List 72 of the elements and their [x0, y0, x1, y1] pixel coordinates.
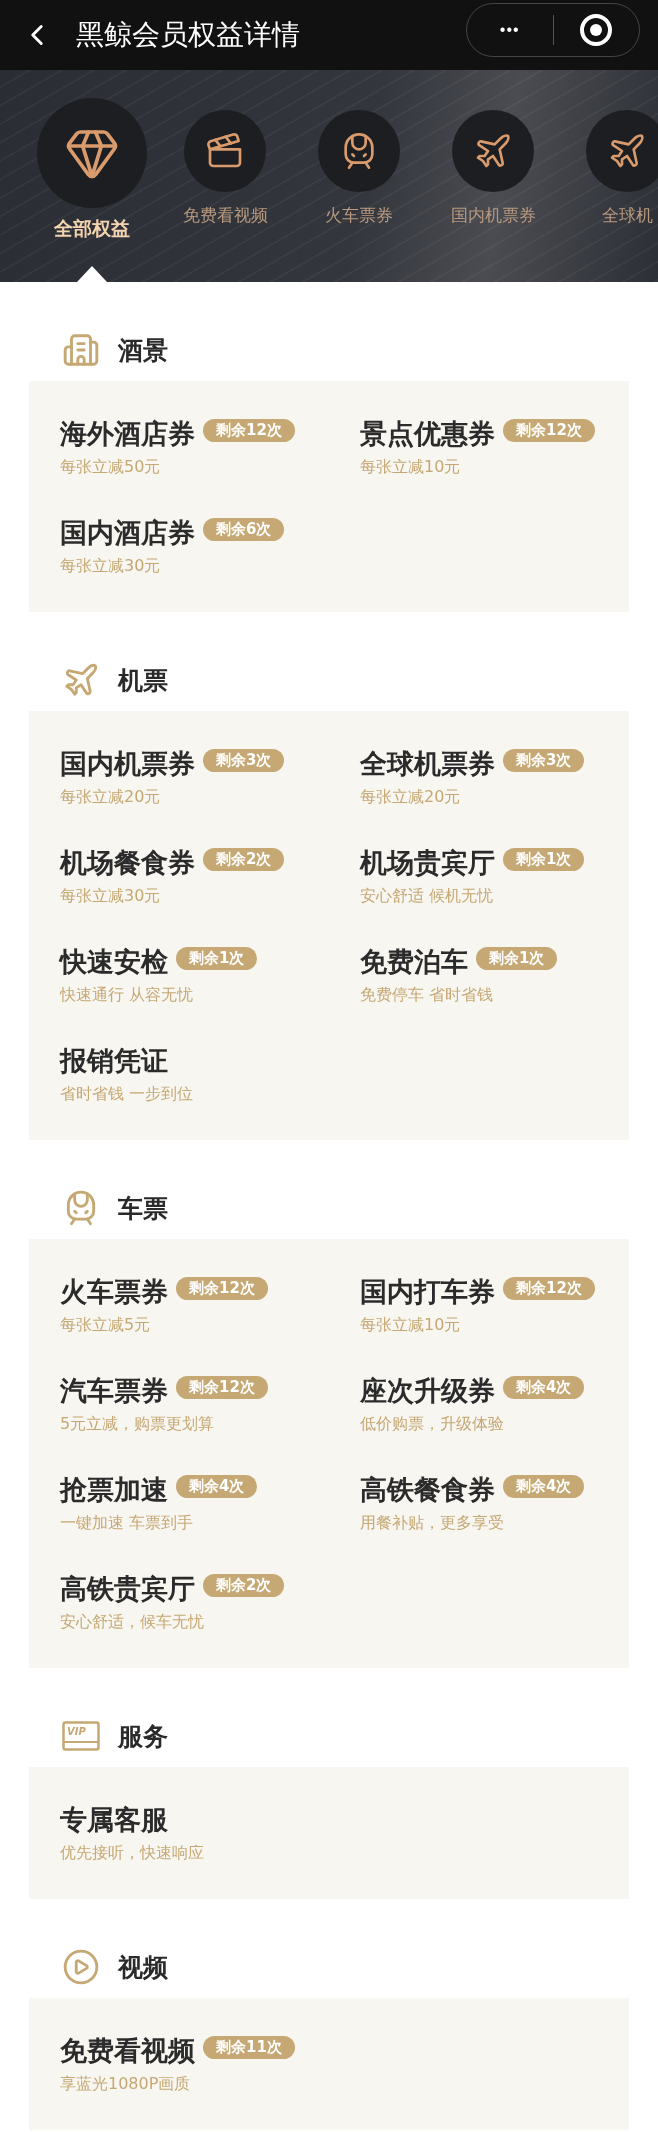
remaining-badge: 剩余12次 [176, 1276, 268, 1300]
benefit-description: 一键加速 车票到手 [60, 1512, 195, 1534]
benefit-description: 用餐补贴，更多享受 [360, 1512, 505, 1534]
benefit-description: 每张立减30元 [60, 555, 162, 577]
benefit-title: 汽车票券 [60, 1374, 168, 1408]
selection-pointer [77, 266, 107, 282]
remaining-badge: 剩余12次 [176, 1375, 268, 1399]
remaining-badge: 剩余1次 [176, 946, 258, 970]
category-tab[interactable]: 免费看视频 [169, 110, 281, 282]
section-title: 机票 [118, 664, 168, 697]
benefit-description: 省时省钱 一步到位 [60, 1083, 195, 1105]
benefit-description: 安心舒适，候车无忧 [60, 1611, 205, 1633]
section-title: 服务 [118, 1720, 168, 1753]
benefit-description: 安心舒适 候机无忧 [360, 885, 495, 907]
remaining-badge: 剩余4次 [503, 1474, 585, 1498]
benefit-title: 国内酒店券 [60, 516, 195, 550]
benefit-description: 5元立减，购票更划算 [60, 1413, 216, 1435]
benefit-description: 每张立减5元 [60, 1314, 152, 1336]
benefit-title: 国内打车券 [360, 1275, 495, 1309]
benefit-title: 高铁餐食券 [360, 1473, 495, 1507]
benefit-description: 每张立减10元 [360, 1314, 462, 1336]
plane-icon [62, 661, 100, 699]
remaining-badge: 剩余6次 [203, 517, 285, 541]
remaining-badge: 剩余12次 [503, 1276, 595, 1300]
remaining-badge: 剩余4次 [176, 1474, 258, 1498]
benefit-description: 低价购票，升级体验 [360, 1413, 505, 1435]
building-icon [62, 331, 100, 369]
remaining-badge: 剩余11次 [203, 2035, 295, 2059]
benefit-title: 海外酒店券 [60, 417, 195, 451]
benefit-title: 快速安检 [60, 945, 168, 979]
benefit-title: 机场餐食券 [60, 846, 195, 880]
benefit-description: 每张立减10元 [360, 456, 462, 478]
section-title: 视频 [118, 1951, 168, 1984]
benefit-title: 免费泊车 [360, 945, 468, 979]
benefit-description: 免费停车 省时省钱 [360, 984, 495, 1006]
benefit-title: 座次升级券 [360, 1374, 495, 1408]
remaining-badge: 剩余1次 [503, 847, 585, 871]
section-title: 酒景 [118, 334, 168, 367]
benefit-title: 国内机票券 [60, 747, 195, 781]
remaining-badge: 剩余3次 [203, 748, 285, 772]
category-tab[interactable]: 全球机 [571, 110, 658, 282]
remaining-badge: 剩余2次 [203, 847, 285, 871]
remaining-badge: 剩余12次 [503, 418, 595, 442]
benefit-title: 抢票加速 [60, 1473, 168, 1507]
benefit-title: 免费看视频 [60, 2034, 195, 2068]
page-title: 黑鲸会员权益详情 [76, 17, 301, 53]
benefit-description: 快速通行 从容无忧 [60, 984, 195, 1006]
benefit-description: 每张立减30元 [60, 885, 162, 907]
benefit-title: 机场贵宾厅 [360, 846, 495, 880]
remaining-badge: 剩余12次 [203, 418, 295, 442]
benefit-title: 全球机票券 [360, 747, 495, 781]
remaining-badge: 剩余4次 [503, 1375, 585, 1399]
target-icon [579, 13, 614, 47]
category-tab[interactable]: 火车票券 [303, 110, 415, 282]
section-title: 车票 [118, 1192, 168, 1225]
benefit-title: 专属客服 [60, 1803, 168, 1837]
play-icon [62, 1948, 100, 1986]
vip-card-icon: VIP [62, 1721, 100, 1751]
benefit-title: 高铁贵宾厅 [60, 1572, 195, 1606]
benefit-description: 每张立减50元 [60, 456, 162, 478]
remaining-badge: 剩余1次 [476, 946, 558, 970]
benefit-description: 优先接听，快速响应 [60, 1842, 205, 1864]
benefit-title: 火车票券 [60, 1275, 168, 1309]
benefit-description: 享蓝光1080P画质 [60, 2073, 192, 2095]
benefit-title: 报销凭证 [60, 1044, 168, 1078]
category-tab[interactable]: 国内机票券 [437, 110, 549, 282]
remaining-badge: 剩余2次 [203, 1573, 285, 1597]
more-button[interactable]: ••• [467, 21, 553, 39]
benefit-description: 每张立减20元 [360, 786, 462, 808]
benefit-title: 景点优惠券 [360, 417, 495, 451]
remaining-badge: 剩余3次 [503, 748, 585, 772]
benefit-description: 每张立减20元 [60, 786, 162, 808]
